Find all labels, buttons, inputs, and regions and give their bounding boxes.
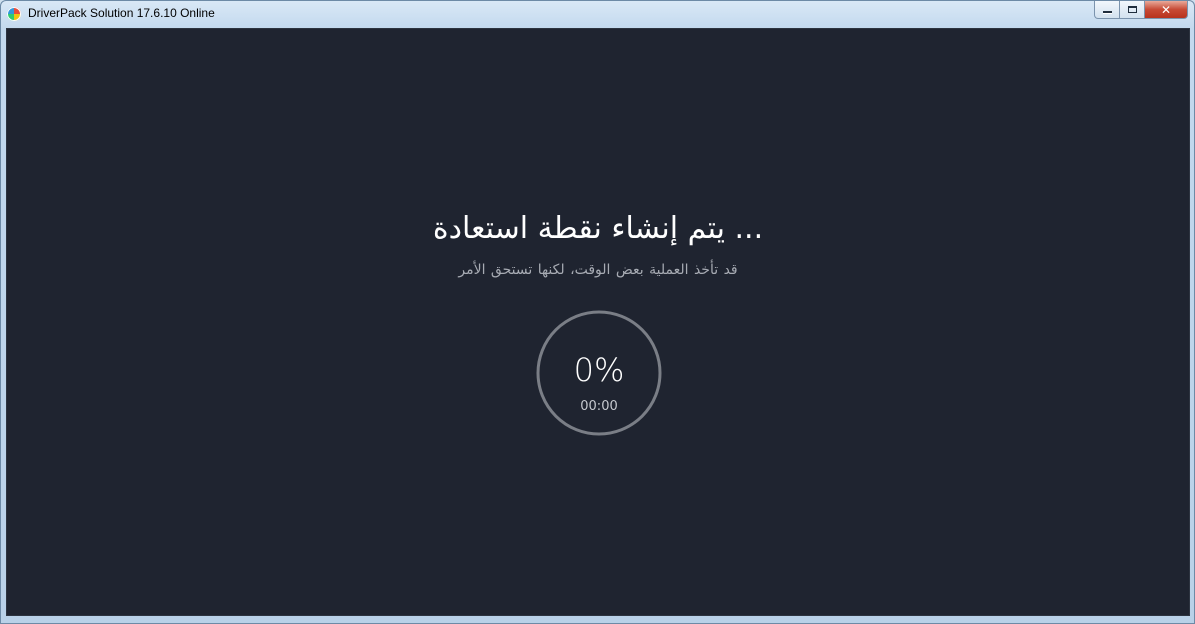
progress-percent: 0% <box>573 351 625 389</box>
minimize-icon <box>1102 11 1112 13</box>
window-title: DriverPack Solution 17.6.10 Online <box>28 6 215 20</box>
main-content: ... يتم إنشاء نقطة استعادة قد تأخذ العمل… <box>6 28 1190 616</box>
page-subtitle: قد تأخذ العملية بعض الوقت، لكنها تستحق ا… <box>458 262 738 278</box>
driverpack-app-icon <box>7 7 21 21</box>
app-window: DriverPack Solution 17.6.10 Online ✕ ...… <box>0 0 1195 624</box>
window-controls: ✕ <box>1094 1 1188 21</box>
close-button[interactable]: ✕ <box>1145 1 1188 19</box>
progress-ring: 0% 00:00 <box>535 309 663 437</box>
maximize-button[interactable] <box>1120 1 1145 19</box>
maximize-icon <box>1127 6 1137 13</box>
elapsed-timer: 00:00 <box>580 399 618 414</box>
minimize-button[interactable] <box>1094 1 1120 19</box>
page-title: ... يتم إنشاء نقطة استعادة <box>432 211 764 246</box>
title-bar[interactable]: DriverPack Solution 17.6.10 Online ✕ <box>1 1 1194 27</box>
close-icon: ✕ <box>1160 2 1172 17</box>
